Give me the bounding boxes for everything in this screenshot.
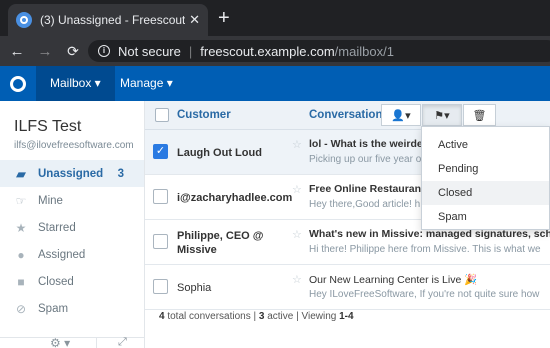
folder-open-icon: ▰ [16, 166, 26, 181]
mailbox-sidebar: ILFS Test ilfs@ilovefreesoftware.com ▰ U… [0, 101, 145, 348]
browser-tabstrip: (3) Unassigned - Freescout ✕ + [0, 0, 550, 36]
hand-icon: ☞ [15, 193, 27, 208]
change-status-button[interactable]: ⚑▾ [422, 104, 462, 126]
ban-icon: ⊘ [15, 301, 27, 316]
url-host: freescout.example.com [200, 43, 335, 59]
folder-label: Mine [38, 194, 63, 207]
assign-user-button[interactable]: 👤▾ [381, 104, 421, 126]
new-tab-button[interactable]: + [218, 6, 230, 30]
row-customer[interactable]: Philippe, CEO @ Missive [177, 220, 289, 265]
header-customer[interactable]: Customer [177, 109, 231, 121]
browser-tab[interactable]: (3) Unassigned - Freescout ✕ [8, 4, 208, 36]
folder-label: Closed [38, 275, 74, 288]
star-icon[interactable]: ☆ [292, 138, 302, 151]
folder-assigned[interactable]: ● Assigned [0, 241, 144, 268]
security-label: Not secure [118, 43, 181, 59]
close-tab-icon[interactable]: ✕ [189, 12, 200, 28]
header-conversation[interactable]: Conversation [309, 109, 383, 121]
row-checkbox[interactable]: ✓ [153, 144, 168, 159]
freescout-logo-icon[interactable] [0, 66, 36, 101]
folder-starred[interactable]: ★ Starred [0, 214, 144, 241]
select-all-checkbox[interactable] [155, 108, 169, 122]
lock-icon: ■ [17, 274, 25, 289]
total-text: total conversations | [164, 311, 259, 322]
url-path: /mailbox/1 [334, 43, 394, 59]
sidebar-footer: ⚙ ▾ ⤢ [0, 336, 144, 348]
star-icon[interactable]: ☆ [292, 183, 302, 196]
footer-divider [96, 338, 97, 348]
star-icon[interactable]: ☆ [292, 228, 302, 241]
menu-item-pending[interactable]: Pending [422, 157, 549, 181]
row-customer[interactable]: Sophia [177, 265, 289, 310]
folder-label: Assigned [38, 248, 86, 261]
folder-label: Spam [38, 302, 69, 315]
star-icon: ★ [15, 220, 27, 235]
nav-manage-menu[interactable]: Manage ▾ [106, 66, 187, 101]
forward-button[interactable]: → [34, 43, 56, 60]
list-footer: 4 total conversations | 3 active | Viewi… [159, 311, 354, 322]
address-bar[interactable]: i Not secure | freescout.example.com/mai… [88, 40, 550, 62]
folder-count: 3 [117, 167, 124, 180]
mailbox-email: ilfs@ilovefreesoftware.com [14, 140, 134, 151]
menu-item-active[interactable]: Active [422, 133, 549, 157]
nav-mailbox-menu[interactable]: Mailbox ▾ [36, 66, 115, 101]
folder-unassigned[interactable]: ▰ Unassigned 3 [0, 160, 144, 187]
folder-closed[interactable]: ■ Closed [0, 268, 144, 295]
settings-gear-icon[interactable]: ⚙ ▾ [50, 336, 70, 348]
folder-mine[interactable]: ☞ Mine [0, 187, 144, 214]
viewing-range: 1-4 [339, 311, 354, 322]
status-dropdown-menu: Active Pending Closed Spam [421, 126, 550, 230]
folder-label: Unassigned [38, 167, 104, 180]
app-navbar: Mailbox ▾ Manage ▾ [0, 66, 550, 101]
row-customer[interactable]: i@zacharyhadlee.com [177, 175, 292, 220]
expand-icon[interactable]: ⤢ [118, 336, 127, 348]
reload-button[interactable]: ⟳ [62, 43, 84, 60]
row-preview: Hey ILoveFreeSoftware, If you're not qui… [309, 289, 540, 300]
browser-toolbar: ← → ⟳ i Not secure | freescout.example.c… [0, 36, 550, 66]
row-subject[interactable]: Our New Learning Center is Live 🎉 [309, 273, 550, 286]
user-icon: ● [17, 247, 25, 262]
menu-item-closed[interactable]: Closed [422, 181, 549, 205]
row-preview: Hi there! Philippe here from Missive. Th… [309, 244, 541, 255]
user-caret-icon: 👤▾ [391, 109, 411, 122]
row-checkbox[interactable] [153, 189, 168, 204]
active-text: active | Viewing [264, 311, 340, 322]
row-customer[interactable]: Laugh Out Loud [177, 130, 289, 175]
tab-title: (3) Unassigned - Freescout [40, 13, 186, 27]
back-button[interactable]: ← [6, 43, 28, 60]
table-row[interactable]: Sophia ☆ Our New Learning Center is Live… [145, 265, 550, 310]
row-checkbox[interactable] [153, 234, 168, 249]
star-icon[interactable]: ☆ [292, 273, 302, 286]
info-icon[interactable]: i [98, 45, 110, 57]
folder-label: Starred [38, 221, 76, 234]
delete-button[interactable]: 🗑 [463, 104, 496, 126]
freescout-favicon-icon [16, 12, 32, 28]
url-text: freescout.example.com/mailbox/1 [200, 44, 394, 59]
row-checkbox[interactable] [153, 279, 168, 294]
mailbox-name: ILFS Test [14, 118, 82, 135]
folder-spam[interactable]: ⊘ Spam [0, 295, 144, 322]
menu-item-spam[interactable]: Spam [422, 205, 549, 229]
omnibox-separator: | [188, 43, 193, 59]
trash-icon: 🗑 [472, 109, 487, 122]
